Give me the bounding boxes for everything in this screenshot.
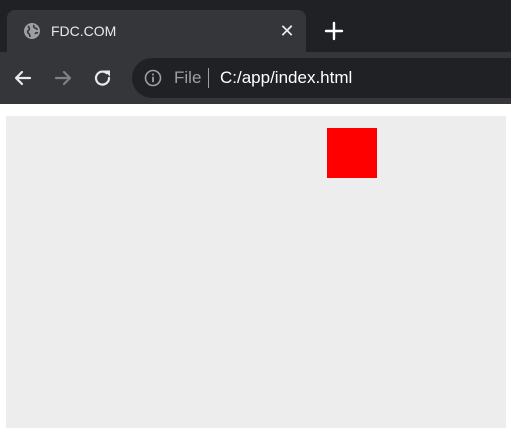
scheme-label: File [174,68,202,87]
tab-strip: FDC.COM ✕ [0,0,511,52]
arrow-left-icon[interactable] [12,67,34,89]
info-icon[interactable] [144,69,162,87]
arrow-right-icon[interactable] [52,67,74,89]
red-square [327,128,377,178]
close-icon[interactable]: ✕ [277,21,297,41]
tab-title: FDC.COM [51,23,117,39]
divider [208,68,209,88]
globe-icon [24,23,40,39]
reload-icon[interactable] [92,67,114,89]
browser-toolbar: File C:/app/index.html [0,52,511,104]
browser-chrome: FDC.COM ✕ File C:/app/index.html [0,0,511,104]
browser-tab[interactable]: FDC.COM ✕ [7,10,306,52]
page-canvas [6,116,506,428]
address-bar[interactable]: File C:/app/index.html [132,58,511,98]
url-text[interactable]: C:/app/index.html [220,67,352,89]
plus-icon[interactable] [322,19,346,43]
page-viewport [0,104,511,433]
